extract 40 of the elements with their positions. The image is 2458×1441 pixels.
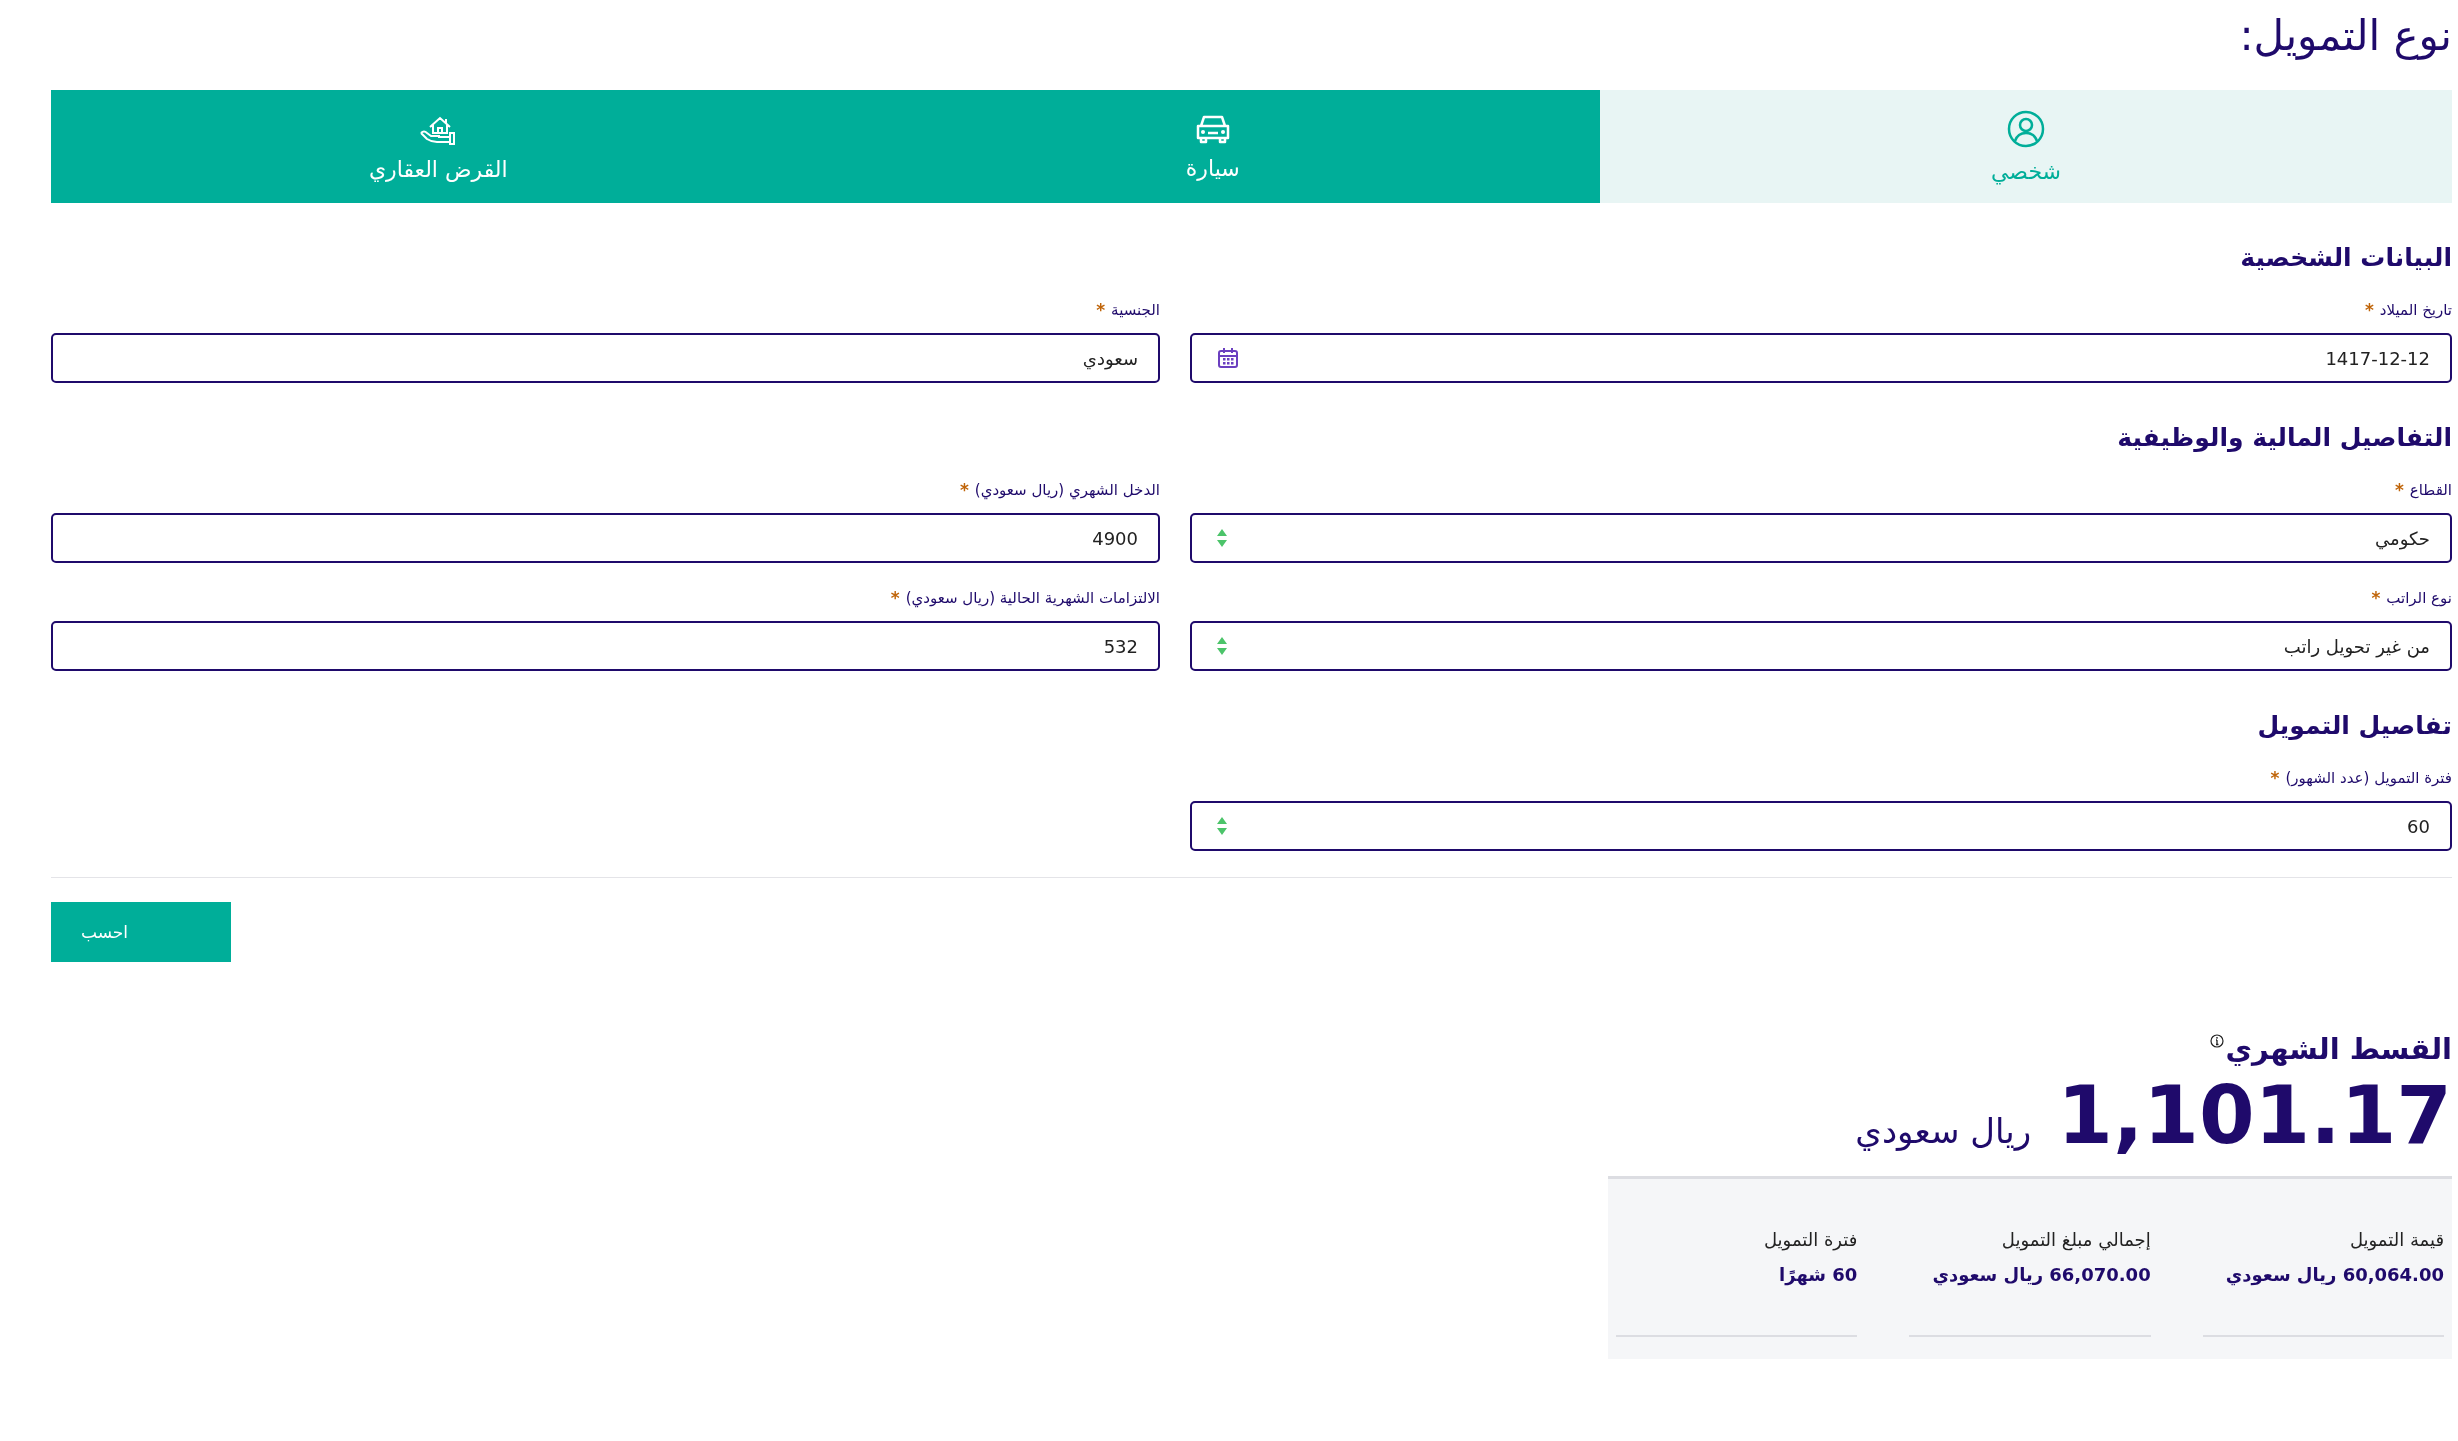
input-field[interactable]: 4900 [51, 513, 1160, 563]
sort-arrows-icon [1216, 636, 1228, 656]
person-icon [2006, 109, 2046, 149]
info-icon[interactable] [2209, 1034, 2224, 1048]
required-mark: * [2394, 480, 2404, 500]
required-mark: * [2270, 768, 2280, 788]
field-label: نوع الراتب [2386, 589, 2452, 607]
required-mark: * [2364, 300, 2374, 320]
required-mark: * [890, 588, 900, 608]
summary-label: إجمالي مبلغ التمويل [2000, 1229, 2151, 1250]
select-field[interactable]: من غير تحويل راتب [1190, 621, 2452, 671]
field-label: الدخل الشهري (ريال سعودي) [974, 481, 1160, 499]
field-label: الجنسية [1111, 301, 1160, 319]
section-heading: تفاصيل التمويل [2256, 711, 2452, 741]
monthly-amount: 1,101.17 [2057, 1068, 2452, 1164]
summary-label: فترة التمويل [1762, 1229, 1858, 1250]
field-label: تاريخ الميلاد [2379, 301, 2452, 319]
field-label: القطاع [2409, 481, 2452, 499]
summary-label: قيمة التمويل [2348, 1229, 2444, 1250]
required-mark: * [1096, 300, 1106, 320]
required-mark: * [2371, 588, 2381, 608]
select-field[interactable]: حكومي [1190, 513, 2452, 563]
input-field[interactable]: 532 [51, 621, 1160, 671]
date-field[interactable]: 1417-12-12 [1190, 333, 2452, 383]
calendar-icon[interactable] [1216, 346, 1240, 370]
sort-arrows-icon [1216, 528, 1228, 548]
required-mark: * [959, 480, 969, 500]
sort-arrows-icon [1216, 816, 1228, 836]
section-heading: التفاصيل المالية والوظيفية [2116, 423, 2452, 453]
field-label: فترة التمويل (عدد الشهور) [2285, 769, 2452, 787]
result-title: القسط الشهري [2225, 1032, 2452, 1066]
input-field[interactable]: سعودي [51, 333, 1160, 383]
section-heading: البيانات الشخصية [2239, 243, 2452, 273]
select-field[interactable]: 60 [1190, 801, 2452, 851]
summary-value: 60,064.00 ريال سعودي [2224, 1264, 2444, 1285]
page-title: نوع التمويل: [2238, 10, 2452, 62]
summary-value: 60 شهرًا [1778, 1264, 1858, 1285]
field-label: الالتزامات الشهرية الحالية (ريال سعودي) [905, 589, 1160, 607]
summary-value: 66,070.00 ريال سعودي [1931, 1264, 2151, 1285]
currency-label: ريال سعودي [1855, 1111, 2032, 1151]
